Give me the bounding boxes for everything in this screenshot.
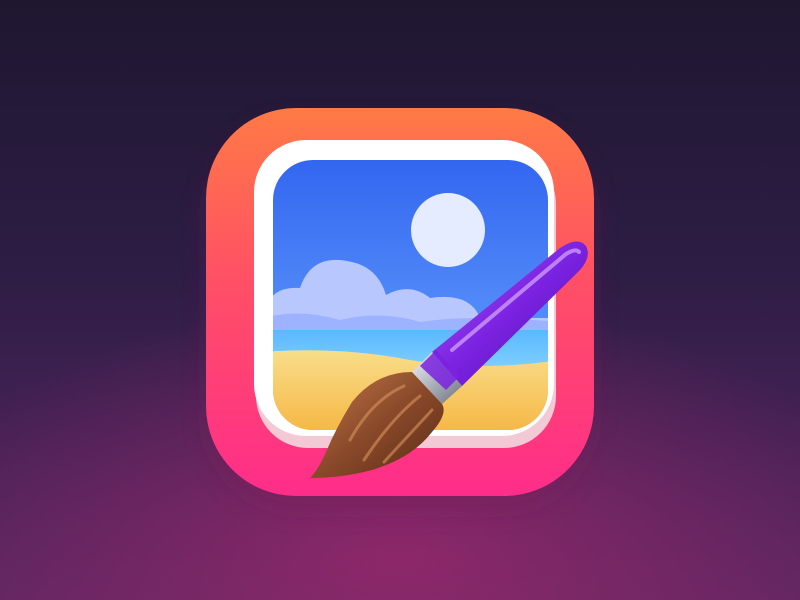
app-icon xyxy=(206,108,594,504)
sun-icon xyxy=(411,193,485,267)
icon-stage xyxy=(0,0,800,600)
